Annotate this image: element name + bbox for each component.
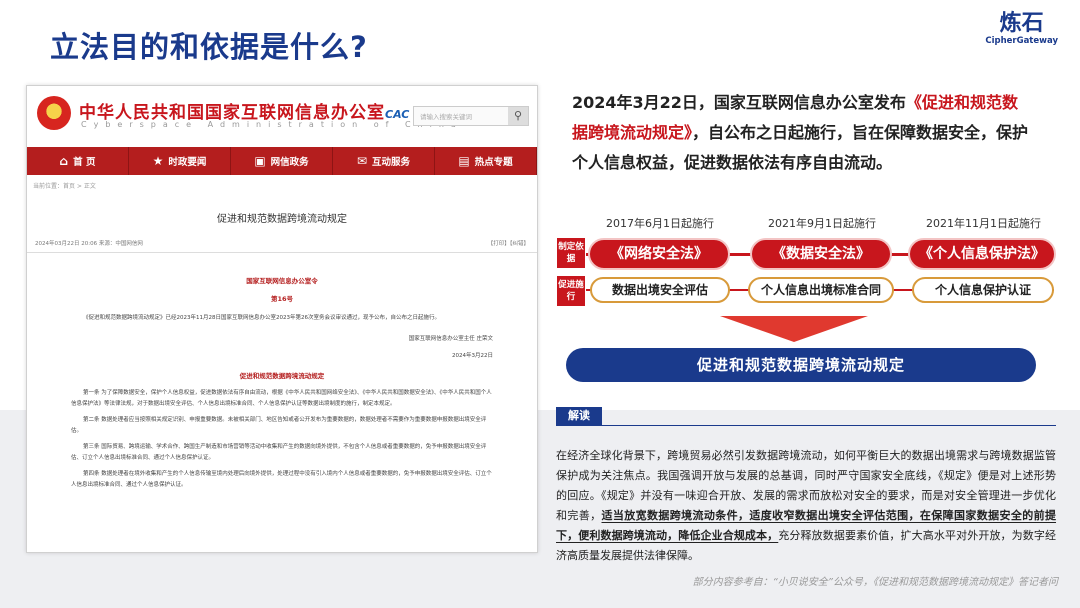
print-correct-links[interactable]: 【打印】【纠错】 xyxy=(488,239,529,247)
mechanism-assessment: 数据出境安全评估 xyxy=(590,277,730,303)
nav-label: 首 页 xyxy=(73,157,96,168)
logo-en: CipherGateway xyxy=(985,36,1058,46)
interpretation-divider xyxy=(556,425,1056,426)
search-icon[interactable]: ⚲ xyxy=(508,107,528,125)
law-cybersecurity: 《网络安全法》 xyxy=(588,238,730,270)
date-3: 2021年11月1日起施行 xyxy=(926,217,1041,230)
nav-label: 时政要闻 xyxy=(168,157,207,168)
nav-item-service[interactable]: ✉ 互动服务 xyxy=(333,147,435,175)
interpretation-tab: 解读 xyxy=(556,407,602,425)
row-label-implement: 促进施行 xyxy=(557,276,585,306)
interpretation-text: 在经济全球化背景下，跨境贸易必然引发数据跨境流动，如何平衡巨大的数据出境需求与跨… xyxy=(556,446,1056,566)
article-2: 第二条 数据处理者应当按照相关规定识别、申报重要数据。未被相关部门、地区告知或者… xyxy=(71,417,487,434)
nav-label: 互动服务 xyxy=(372,157,411,168)
law-personal-info: 《个人信息保护法》 xyxy=(908,238,1056,270)
cac-logo: CAC xyxy=(385,108,410,121)
message-icon: ✉ xyxy=(356,154,368,168)
site-search-placeholder: 请输入搜索关键词 xyxy=(420,113,472,121)
site-header: 中华人民共和国国家互联网信息办公室 Cyberspace Administrat… xyxy=(27,86,537,144)
national-emblem-icon xyxy=(37,96,71,130)
intro-text: 2024年3月22日，国家互联网信息办公室发布《促进和规范数据跨境流动规定》，自… xyxy=(572,88,1032,178)
order-paragraph: 《促进和规范数据跨境流动规定》已经2023年11月28日国家互联网信息办公室20… xyxy=(83,315,440,321)
order-number: 第16号 xyxy=(270,295,294,303)
mechanism-certification: 个人信息保护认证 xyxy=(912,277,1054,303)
row-label-basis: 制定依据 xyxy=(557,238,585,268)
logo-cn: 炼石 xyxy=(999,11,1044,36)
signature: 国家互联网信息办公室主任 庄荣文 xyxy=(408,336,493,342)
article-1: 第一条 为了保障数据安全，保护个人信息权益，促进数据依法有序自由流动，根据《中华… xyxy=(71,390,492,407)
page-title: 立法目的和依据是什么? xyxy=(50,30,368,64)
document-title: 促进和规范数据跨境流动规定 xyxy=(217,214,347,225)
source-note: 部分内容参考自：“小贝说安全”公众号，《促进和规范数据跨境流动规定》答记者问 xyxy=(692,577,1058,588)
star-icon: ★ xyxy=(152,154,164,168)
article-3: 第三条 国际贸易、跨境运输、学术合作、跨国生产制造和市场营销等活动中收集和产生的… xyxy=(71,444,487,461)
nav-item-topics[interactable]: ▤ 热点专题 xyxy=(435,147,537,175)
site-name-en: Cyberspace Administration of China xyxy=(81,120,463,129)
document-date-source: 2024年03月22日 20:06 来源：中国网信网 xyxy=(35,241,143,247)
result-banner: 促进和规范数据跨境流动规定 xyxy=(566,348,1036,382)
nav-item-affairs[interactable]: ▣ 网信政务 xyxy=(231,147,333,175)
nav-label: 热点专题 xyxy=(474,157,513,168)
home-icon: ⌂ xyxy=(59,154,69,168)
signature-date: 2024年3月22日 xyxy=(452,353,493,359)
nav-item-news[interactable]: ★ 时政要闻 xyxy=(129,147,231,175)
date-2: 2021年9月1日起施行 xyxy=(768,217,876,230)
intro-prefix: 2024年3月22日，国家互联网信息办公室发布 xyxy=(572,93,906,112)
site-nav: ⌂ 首 页 ★ 时政要闻 ▣ 网信政务 ✉ 互动服务 ▤ 热点专题 xyxy=(27,147,537,175)
brand-logo: 炼石 CipherGateway xyxy=(985,11,1058,47)
document-meta: 2024年03月22日 20:06 来源：中国网信网 【打印】【纠错】 xyxy=(27,239,537,253)
site-search-box[interactable]: 请输入搜索关键词 ⚲ xyxy=(413,106,529,126)
order-title: 国家互联网信息办公室令 xyxy=(246,277,318,285)
nav-item-home[interactable]: ⌂ 首 页 xyxy=(27,147,129,175)
nav-label: 网信政务 xyxy=(270,157,309,168)
article-4: 第四条 数据处理者在境外收集和产生的个人信息传输至境内处理后向境外提供，处理过程… xyxy=(71,471,492,488)
date-1: 2017年6月1日起施行 xyxy=(606,217,714,230)
mechanism-contract: 个人信息出境标准合同 xyxy=(748,277,894,303)
down-arrow-icon xyxy=(720,316,868,342)
folder-icon: ▤ xyxy=(458,154,470,168)
breadcrumb: 当前位置：首页 > 正文 xyxy=(33,183,96,190)
webpage-screenshot: 中华人民共和国国家互联网信息办公室 Cyberspace Administrat… xyxy=(26,85,538,553)
law-data-security: 《数据安全法》 xyxy=(750,238,892,270)
monitor-icon: ▣ xyxy=(254,154,266,168)
rule-title: 促进和规范数据跨境流动规定 xyxy=(239,372,325,380)
